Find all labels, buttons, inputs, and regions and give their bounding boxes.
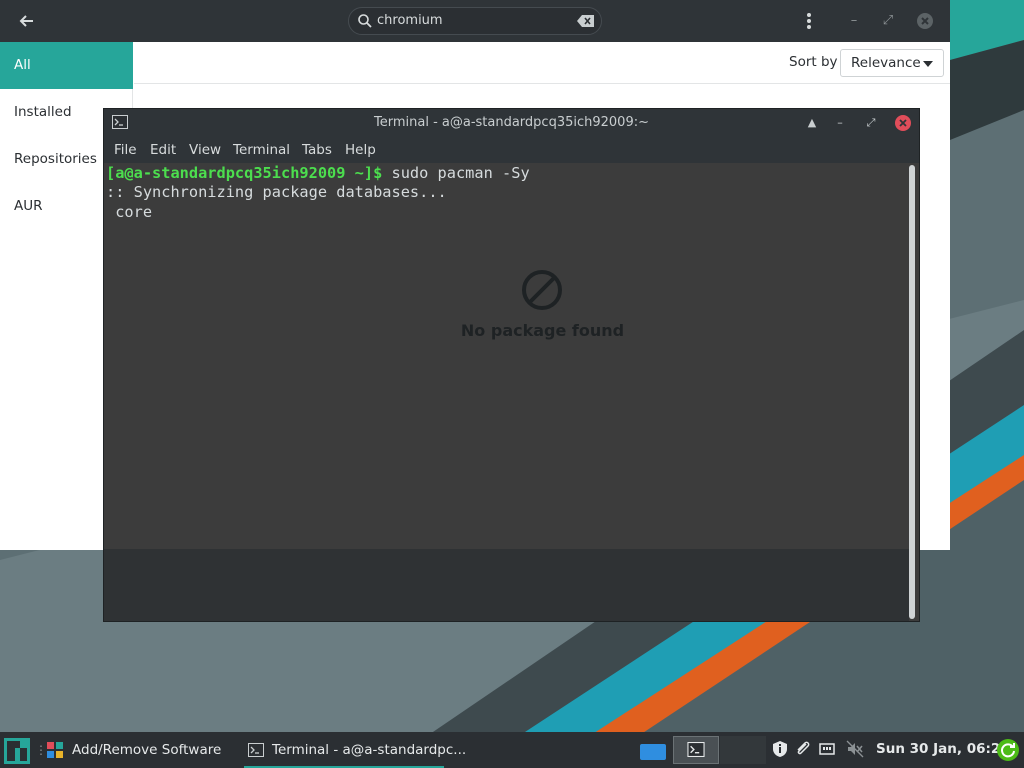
task-terminal[interactable]: Terminal - a@a-standardpc... <box>244 732 466 768</box>
terminal-menubar: File Edit View Terminal Tabs Help <box>104 137 919 163</box>
clear-search-icon[interactable] <box>577 14 595 28</box>
task-label: Terminal - a@a-standardpc... <box>272 742 467 758</box>
back-arrow-icon <box>19 15 33 27</box>
clock[interactable]: Sun 30 Jan, 06:24 <box>876 741 1010 757</box>
sort-bar: Sort by Relevance <box>134 42 950 84</box>
empty-results-overlay: No package found <box>104 163 919 621</box>
terminal-icon <box>687 742 705 757</box>
no-entry-icon <box>522 270 562 310</box>
shell-command: sudo pacman -Sy <box>382 164 530 182</box>
search-icon <box>358 14 372 28</box>
sidebar-item-all[interactable]: All <box>0 42 133 89</box>
kebab-menu-icon <box>807 13 811 29</box>
terminal-icon <box>248 743 264 757</box>
manjaro-menu-icon[interactable] <box>4 738 30 764</box>
terminal-scrollbar[interactable] <box>909 165 915 619</box>
workspace-window-icon <box>640 744 666 760</box>
menu-button[interactable] <box>799 11 819 31</box>
search-input[interactable] <box>377 8 567 34</box>
close-icon <box>917 13 933 29</box>
empty-results-message: No package found <box>460 321 625 340</box>
update-icon[interactable] <box>996 738 1020 762</box>
maximize-icon: ⤢ <box>866 116 876 129</box>
sort-label: Sort by <box>789 54 838 70</box>
shade-icon: ▲ <box>807 116 817 129</box>
menu-tabs[interactable]: Tabs <box>302 142 332 158</box>
volume-muted-icon[interactable] <box>846 740 864 758</box>
taskbar: ⋮ Add/Remove Software Terminal - a@a-sta… <box>0 732 1024 768</box>
minimize-button[interactable]: – <box>844 11 864 31</box>
menu-edit[interactable]: Edit <box>150 142 176 158</box>
sort-value: Relevance <box>851 55 921 71</box>
workspace-2[interactable] <box>673 736 719 764</box>
menu-view[interactable]: View <box>189 142 221 158</box>
menu-terminal[interactable]: Terminal <box>233 142 290 158</box>
terminal-window: Terminal - a@a-standardpcq35ich92009:~ ▲… <box>103 108 920 622</box>
minimize-icon: – <box>850 13 858 28</box>
desktop: – ⤢ All Installed Repositories AUR Sort … <box>0 0 1024 768</box>
network-icon[interactable] <box>818 740 836 758</box>
terminal-command-line: [a@a-standardpcq35ich92009 ~]$ sudo pacm… <box>106 164 530 182</box>
workspace-1[interactable] <box>630 736 676 764</box>
terminal-output-line: core <box>106 203 153 221</box>
terminal-title: Terminal - a@a-standardpcq35ich92009:~ <box>374 115 649 130</box>
menu-file[interactable]: File <box>114 142 137 158</box>
close-icon <box>899 119 907 127</box>
search-box[interactable] <box>348 7 602 35</box>
minimize-icon: – <box>837 116 843 129</box>
menu-help[interactable]: Help <box>345 142 376 158</box>
maximize-icon: ⤢ <box>882 13 894 28</box>
workspace-3[interactable] <box>720 736 766 764</box>
software-icon <box>47 742 63 758</box>
back-button[interactable] <box>16 10 38 32</box>
terminal-output[interactable]: No package found [a@a-standardpcq35ich92… <box>104 163 919 621</box>
header-bar: – ⤢ <box>0 0 950 42</box>
terminal-titlebar[interactable]: Terminal - a@a-standardpcq35ich92009:~ ▲… <box>104 109 919 137</box>
shell-prompt: [a@a-standardpcq35ich92009 ~]$ <box>106 164 383 182</box>
maximize-button[interactable]: ⤢ <box>878 11 898 31</box>
terminal-maximize-button[interactable]: ⤢ <box>861 113 881 133</box>
task-software-manager[interactable]: Add/Remove Software <box>42 732 238 768</box>
close-button[interactable] <box>915 11 935 31</box>
shade-button[interactable]: ▲ <box>802 113 822 133</box>
clipboard-icon[interactable] <box>794 740 812 758</box>
task-label: Add/Remove Software <box>72 742 222 758</box>
info-icon[interactable] <box>771 740 789 758</box>
terminal-output-line: :: Synchronizing package databases... <box>106 183 447 201</box>
terminal-minimize-button[interactable]: – <box>830 113 850 133</box>
chevron-down-icon <box>923 61 933 67</box>
sort-dropdown[interactable]: Relevance <box>840 49 944 77</box>
terminal-close-button[interactable] <box>895 115 911 131</box>
